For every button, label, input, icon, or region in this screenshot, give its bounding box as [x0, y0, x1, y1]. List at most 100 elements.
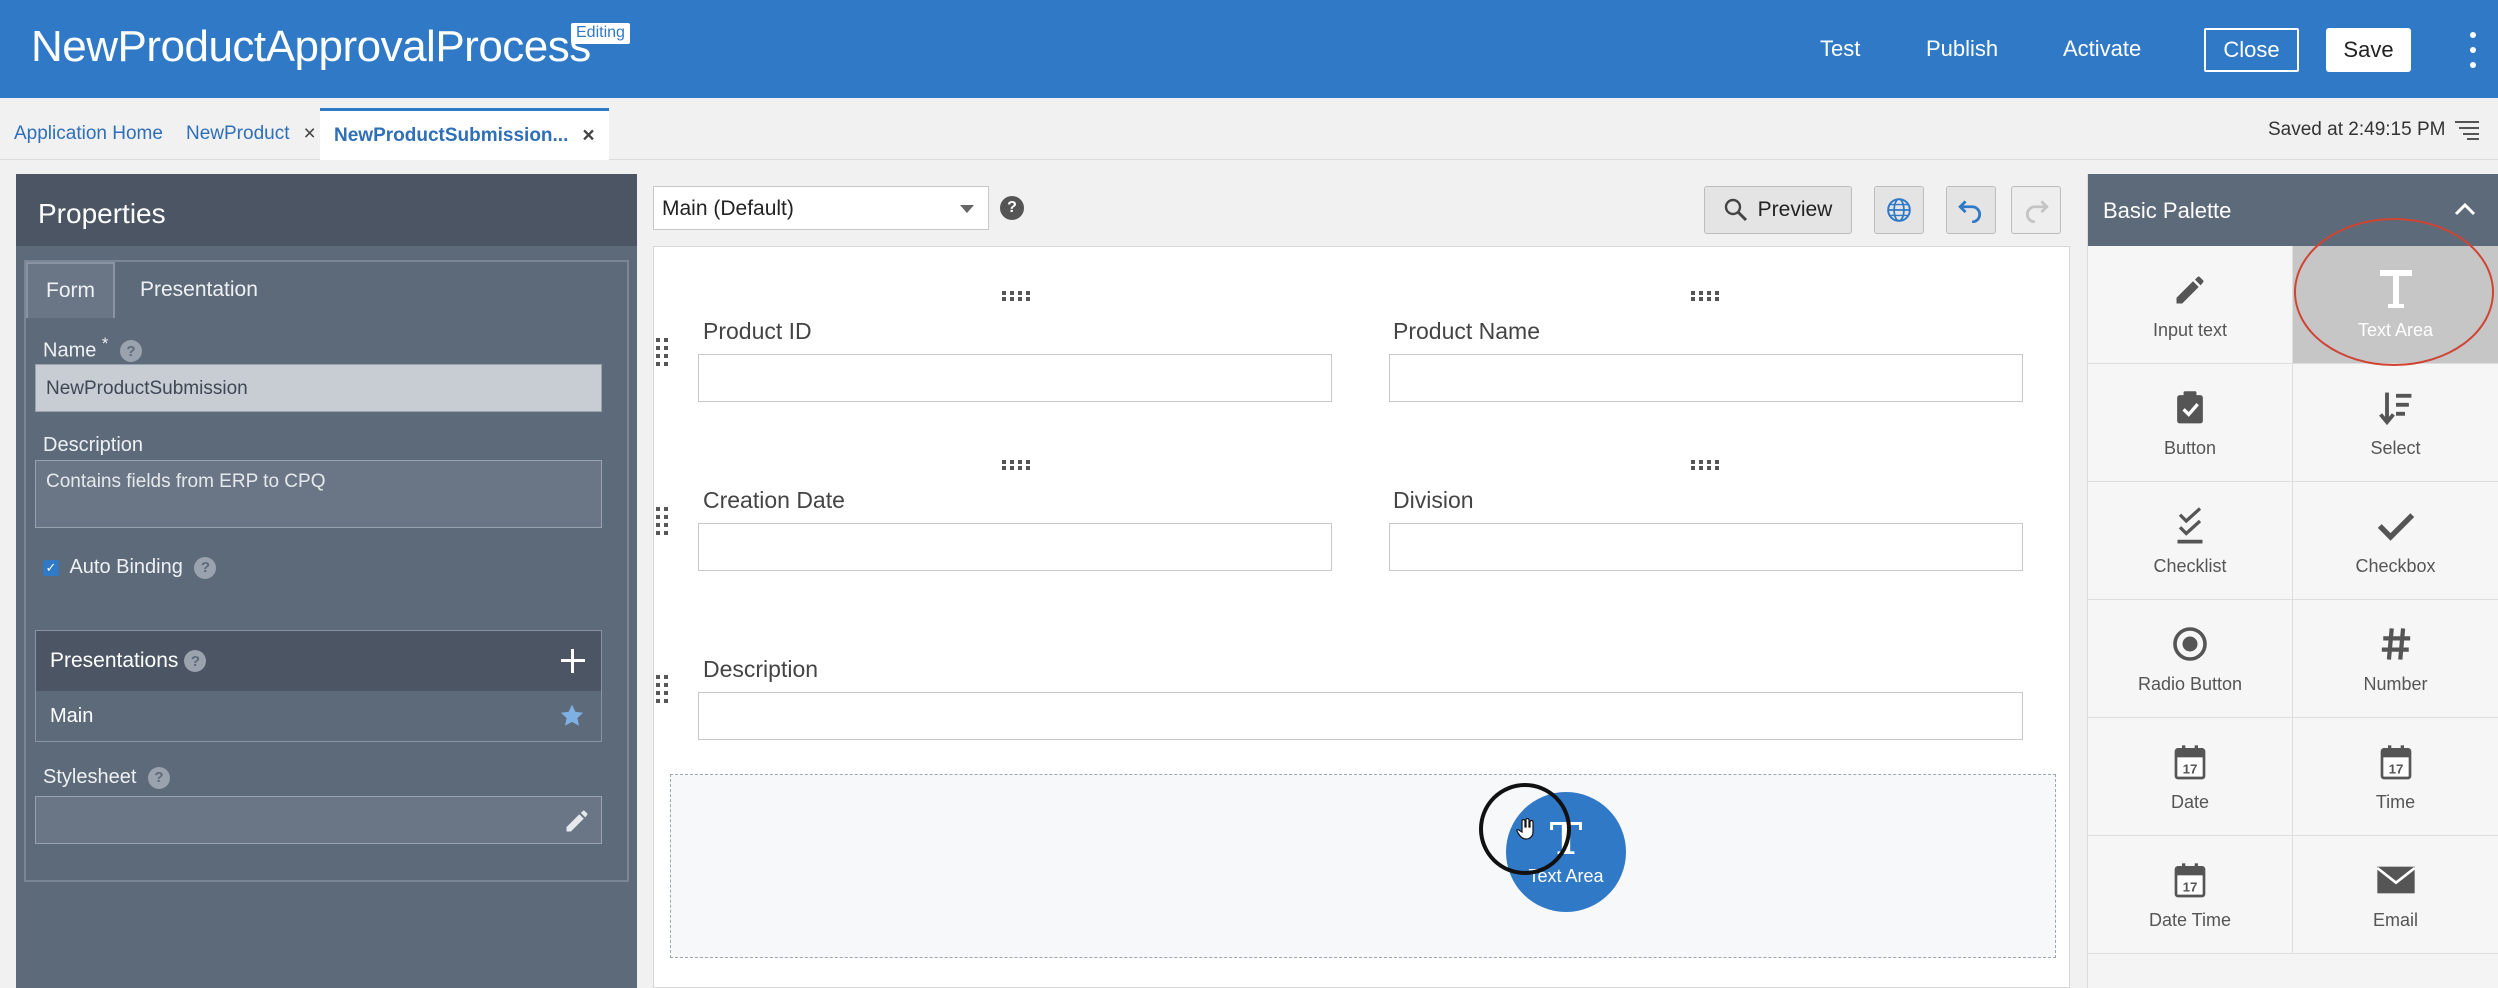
presentation-item-main[interactable]: Main [36, 691, 601, 741]
palette-item-button[interactable]: Button [2088, 364, 2293, 482]
creation-date-input[interactable] [698, 523, 1332, 571]
palette-item-radio-button[interactable]: Radio Button [2088, 600, 2293, 718]
redo-icon [2026, 200, 2049, 223]
close-tab-icon[interactable]: × [304, 122, 316, 146]
field-label-division: Division [1393, 487, 1474, 513]
drag-handle-icon[interactable] [1002, 460, 1032, 470]
undo-button[interactable] [1946, 186, 1996, 234]
pencil-icon [2176, 276, 2204, 304]
help-icon[interactable]: ? [119, 340, 142, 363]
saved-status: Saved at 2:49:15 PM [2268, 119, 2446, 140]
product-name-input[interactable] [1389, 354, 2023, 402]
auto-binding-label: Auto Binding [69, 556, 183, 578]
more-menu-icon[interactable] [2468, 32, 2478, 68]
palette-item-checkbox[interactable]: Checkbox [2293, 482, 2498, 600]
help-icon[interactable]: ? [1000, 196, 1024, 220]
row-drag-handle-icon[interactable] [656, 507, 668, 535]
close-tab-icon[interactable]: × [582, 124, 594, 148]
activate-link[interactable]: Activate [2063, 36, 2141, 62]
name-field[interactable]: NewProductSubmission [35, 364, 602, 412]
palette-item-label: Radio Button [2137, 674, 2243, 694]
palette-item-input-text[interactable]: Input text [2088, 246, 2293, 364]
stylesheet-field[interactable] [35, 796, 602, 844]
tab-label: NewProduct [186, 123, 290, 144]
palette-item-date[interactable]: 17 Date [2088, 718, 2293, 836]
drag-handle-icon[interactable] [1002, 291, 1032, 301]
drop-zone[interactable] [670, 774, 2056, 958]
division-input[interactable] [1389, 523, 2023, 571]
test-link[interactable]: Test [1820, 36, 1860, 62]
product-id-input[interactable] [698, 354, 1332, 402]
calendar-icon: 17 [2174, 745, 2206, 780]
globe-icon [1887, 198, 1911, 222]
field-label-description: Description [703, 656, 819, 682]
palette-item-email[interactable]: Email [2293, 836, 2498, 954]
name-label: Name [43, 339, 97, 362]
redo-button[interactable] [2011, 186, 2061, 234]
properties-title: Properties [16, 174, 637, 246]
palette-item-checklist[interactable]: Checklist [2088, 482, 2293, 600]
editing-badge: Editing [571, 23, 630, 44]
presentation-select[interactable]: Main (Default) [653, 186, 989, 230]
tab-label: NewProductSubmission... [334, 124, 569, 146]
close-button[interactable]: Close [2204, 28, 2299, 72]
preview-button[interactable]: Preview [1704, 186, 1852, 234]
presentations-label: Presentations [50, 649, 179, 672]
pencil-icon[interactable] [563, 807, 591, 835]
auto-binding-checkbox[interactable]: ✓ [43, 559, 59, 576]
row-drag-handle-icon[interactable] [656, 675, 668, 703]
drag-handle-icon[interactable] [1691, 460, 1721, 470]
help-icon[interactable]: ? [184, 650, 207, 672]
row-drag-handle-icon[interactable] [656, 338, 668, 366]
palette-item-label: Input text [2152, 320, 2228, 340]
palette-item-select[interactable]: Select [2293, 364, 2498, 482]
tab-application-home[interactable]: Application Home [14, 108, 163, 160]
description-input[interactable] [698, 692, 2023, 740]
description-label: Description [43, 434, 144, 456]
palette-item-label: Email [2372, 910, 2418, 930]
calendar-day: 17 [2183, 761, 2198, 776]
annotation-circle [2294, 218, 2494, 366]
auto-binding-row[interactable]: ✓ Auto Binding ? [43, 556, 217, 579]
palette-item-time[interactable]: 17 Time [2293, 718, 2498, 836]
tab-newproductsubmission[interactable]: NewProductSubmission... × [320, 108, 609, 160]
drag-handle-icon[interactable] [1691, 291, 1721, 301]
publish-link[interactable]: Publish [1926, 36, 1998, 62]
hash-icon [2381, 628, 2410, 660]
palette-item-date-time[interactable]: 17 Date Time [2088, 836, 2293, 954]
tab-form[interactable]: Form [26, 262, 115, 318]
envelope-icon [2376, 866, 2415, 894]
star-icon[interactable] [559, 703, 585, 729]
palette-item-label: Date Time [2148, 910, 2232, 930]
tab-presentation[interactable]: Presentation [122, 262, 276, 318]
field-label-product-id: Product ID [703, 318, 812, 344]
help-icon[interactable]: ? [147, 766, 170, 789]
palette-item-number[interactable]: Number [2293, 600, 2498, 718]
app-header: NewProductApprovalProcess Editing Test P… [0, 0, 2498, 98]
palette-title: Basic Palette [2103, 198, 2232, 223]
tab-label: Application Home [14, 123, 163, 144]
button-icon [2177, 391, 2203, 424]
calendar-day: 17 [2388, 761, 2403, 776]
checklist-icon [2177, 507, 2203, 544]
palette-item-label: Checkbox [2355, 556, 2436, 576]
globe-button[interactable] [1874, 186, 1924, 234]
help-icon[interactable]: ? [194, 556, 217, 579]
save-button[interactable]: Save [2326, 28, 2411, 72]
description-textarea[interactable]: Contains fields from ERP to CPQ [35, 460, 602, 528]
list-menu-icon[interactable] [2455, 120, 2479, 140]
undo-icon [1958, 200, 1981, 223]
presentations-header: Presentations ? [36, 631, 601, 691]
chevron-up-icon[interactable] [2454, 202, 2476, 216]
palette-item-label: Date [2170, 792, 2210, 812]
calendar-icon: 17 [2174, 863, 2206, 898]
palette-item-label: Time [2375, 792, 2416, 812]
palette-item-label: Button [2163, 438, 2217, 458]
palette-item-label: Number [2363, 674, 2428, 694]
search-icon [1724, 198, 1747, 222]
select-icon [2378, 392, 2411, 426]
add-icon[interactable] [561, 649, 585, 673]
tab-newproduct[interactable]: NewProduct × [186, 108, 316, 160]
calendar-day: 17 [2183, 879, 2198, 894]
name-label-row: Name * ? [43, 334, 142, 363]
